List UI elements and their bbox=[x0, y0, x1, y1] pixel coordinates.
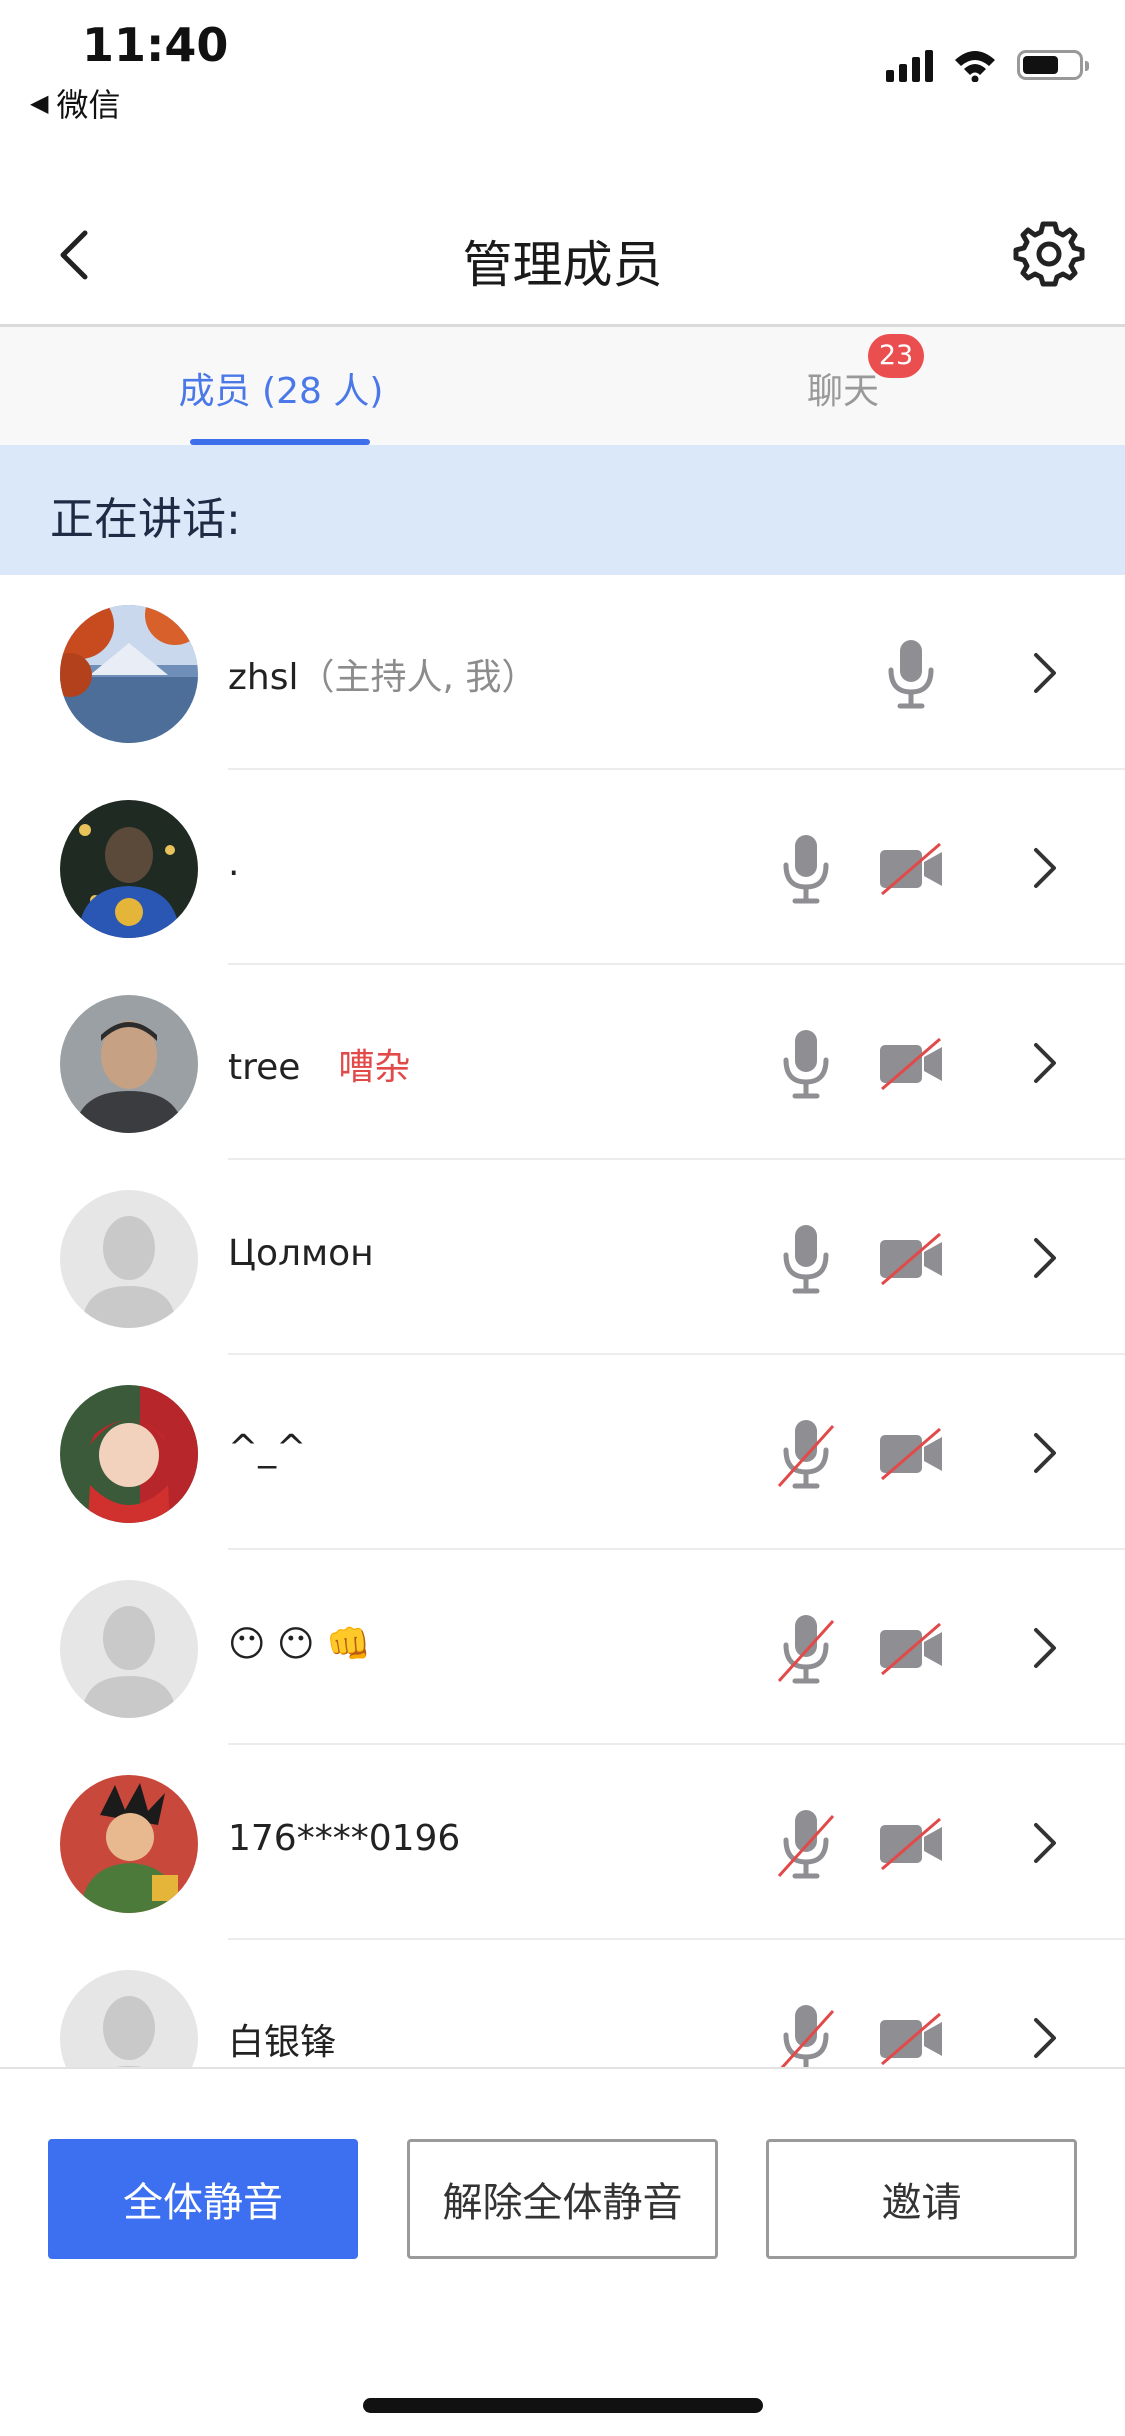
avatar bbox=[60, 605, 198, 743]
chevron-right-icon[interactable] bbox=[1024, 1033, 1064, 1093]
battery-icon bbox=[1017, 50, 1089, 80]
microphone-icon[interactable] bbox=[775, 1026, 837, 1102]
camera-off-icon[interactable] bbox=[878, 1427, 944, 1481]
home-indicator[interactable] bbox=[363, 2398, 763, 2413]
back-to-app-link[interactable]: ◀ 微信 bbox=[30, 80, 120, 126]
member-name: 白银锋 bbox=[228, 2013, 336, 2065]
avatar bbox=[60, 1775, 198, 1913]
chevron-right-icon[interactable] bbox=[1024, 1813, 1064, 1873]
signal-icon bbox=[886, 48, 933, 82]
invite-button[interactable]: 邀请 bbox=[766, 2139, 1077, 2259]
member-name-text: Цолмон bbox=[228, 1233, 374, 1274]
microphone-icon[interactable] bbox=[775, 1221, 837, 1297]
noisy-tag: 嘈杂 bbox=[338, 1047, 411, 1088]
unmute-all-button[interactable]: 解除全体静音 bbox=[407, 2139, 718, 2259]
camera-off-icon[interactable] bbox=[878, 1622, 944, 1676]
member-name: Цолмон bbox=[228, 1233, 374, 1274]
member-name-text: zhsl bbox=[228, 657, 299, 698]
microphone-off-icon[interactable] bbox=[775, 1611, 837, 1687]
member-name-text: tree bbox=[228, 1047, 301, 1088]
member-name: zhsl（主持人, 我） bbox=[228, 648, 537, 700]
member-name-text: . bbox=[228, 843, 240, 884]
gear-icon[interactable] bbox=[1013, 218, 1085, 290]
tab-bar: 成员 (28 人) 聊天 bbox=[0, 327, 1125, 445]
microphone-icon[interactable] bbox=[775, 831, 837, 907]
member-name-text: ^_^ bbox=[228, 1428, 307, 1469]
member-row[interactable]: 😶 😶 👊 bbox=[0, 1550, 1125, 1745]
member-name: . bbox=[228, 843, 239, 884]
microphone-off-icon[interactable] bbox=[775, 1416, 837, 1492]
camera-off-icon[interactable] bbox=[878, 842, 944, 896]
nav-header: 管理成员 bbox=[0, 170, 1125, 325]
page-title: 管理成员 bbox=[462, 236, 663, 294]
avatar bbox=[60, 995, 198, 1133]
member-row[interactable]: 白银锋 bbox=[0, 1940, 1125, 2067]
speaking-banner: 正在讲话: bbox=[0, 445, 1125, 575]
camera-off-icon[interactable] bbox=[878, 1232, 944, 1286]
camera-off-icon[interactable] bbox=[878, 1037, 944, 1091]
wifi-icon bbox=[955, 51, 995, 82]
member-name: 😶 😶 👊 bbox=[228, 1623, 371, 1665]
member-row[interactable]: tree 嘈杂 bbox=[0, 965, 1125, 1160]
avatar bbox=[60, 1970, 198, 2067]
chat-unread-badge: 23 bbox=[868, 334, 924, 378]
member-row[interactable]: ^_^ bbox=[0, 1355, 1125, 1550]
member-row[interactable]: Цолмон bbox=[0, 1160, 1125, 1355]
microphone-off-icon[interactable] bbox=[775, 2001, 837, 2067]
tab-members-label: 成员 (28 人) bbox=[178, 371, 384, 412]
avatar bbox=[60, 1385, 198, 1523]
camera-off-icon[interactable] bbox=[878, 2012, 944, 2066]
member-list: zhsl（主持人, 我） . tree 嘈杂 Цолмон ^_^ 😶 😶 👊 … bbox=[0, 575, 1125, 2067]
back-app-label: 微信 bbox=[56, 86, 121, 124]
member-name: ^_^ bbox=[228, 1428, 306, 1469]
member-name-text: 176****0196 bbox=[228, 1818, 461, 1859]
chevron-right-icon[interactable] bbox=[1024, 1618, 1064, 1678]
bottom-divider bbox=[0, 2067, 1125, 2069]
member-row[interactable]: . bbox=[0, 770, 1125, 965]
status-time: 11:40 bbox=[82, 18, 229, 72]
speaking-label: 正在讲话: bbox=[50, 494, 241, 545]
camera-off-icon[interactable] bbox=[878, 1817, 944, 1871]
chevron-right-icon[interactable] bbox=[1024, 1228, 1064, 1288]
tab-chat[interactable]: 聊天 bbox=[562, 327, 1124, 445]
tab-chat-label: 聊天 bbox=[806, 371, 879, 412]
member-row[interactable]: 176****0196 bbox=[0, 1745, 1125, 1940]
member-name: 176****0196 bbox=[228, 1818, 460, 1859]
chevron-right-icon[interactable] bbox=[1024, 1423, 1064, 1483]
avatar bbox=[60, 1580, 198, 1718]
avatar bbox=[60, 1190, 198, 1328]
member-name-text: 白银锋 bbox=[228, 2022, 337, 2063]
back-triangle-icon: ◀ bbox=[30, 89, 49, 117]
status-icons bbox=[886, 48, 1089, 82]
member-name-text: 😶 😶 👊 bbox=[228, 1624, 371, 1665]
tab-members[interactable]: 成员 (28 人) bbox=[0, 327, 562, 445]
chevron-right-icon[interactable] bbox=[1024, 2008, 1064, 2067]
avatar bbox=[60, 800, 198, 938]
microphone-off-icon[interactable] bbox=[775, 1806, 837, 1882]
member-name: tree 嘈杂 bbox=[228, 1038, 410, 1090]
member-role: （主持人, 我） bbox=[298, 657, 538, 698]
mute-all-button[interactable]: 全体静音 bbox=[48, 2139, 358, 2259]
member-row[interactable]: zhsl（主持人, 我） bbox=[0, 575, 1125, 770]
microphone-icon[interactable] bbox=[880, 636, 942, 712]
chevron-right-icon[interactable] bbox=[1024, 643, 1064, 703]
chevron-right-icon[interactable] bbox=[1024, 838, 1064, 898]
